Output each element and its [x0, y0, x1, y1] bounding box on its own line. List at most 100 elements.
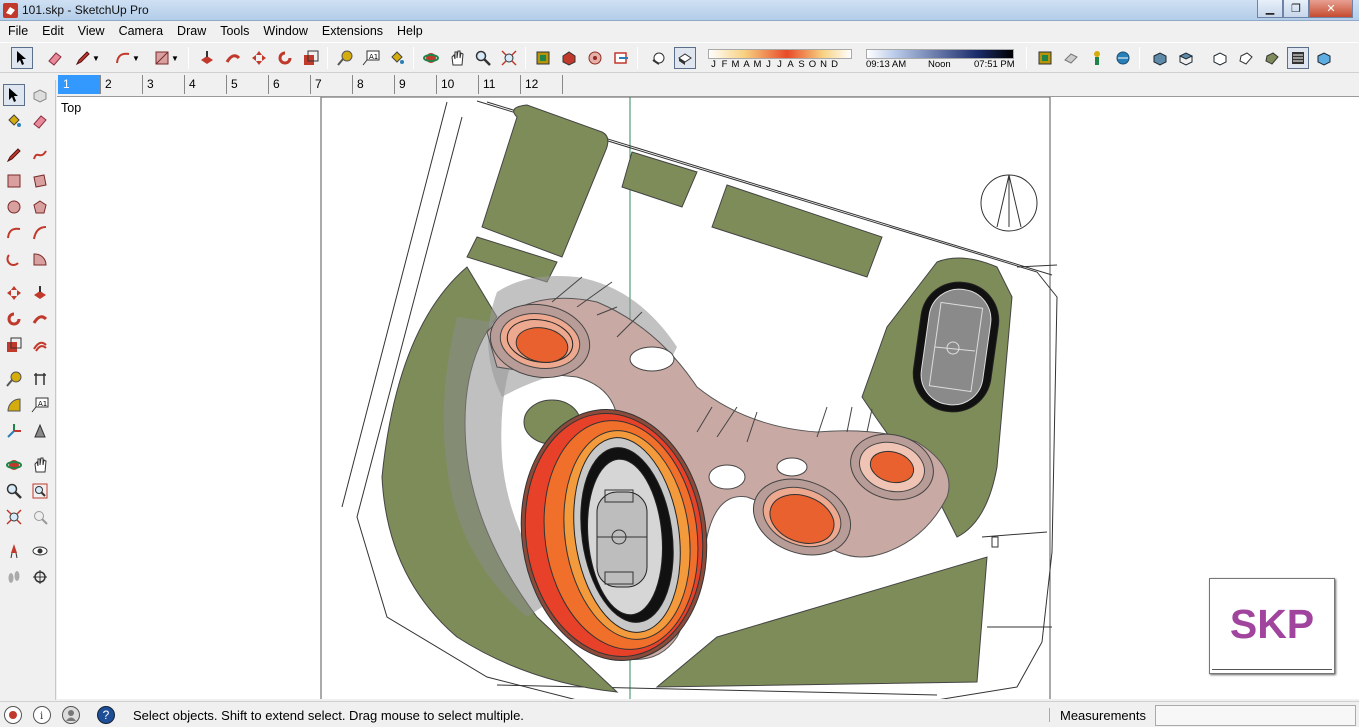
select-icon[interactable]: [3, 84, 25, 106]
tape-measure-icon[interactable]: [3, 368, 25, 390]
rectangle-icon[interactable]: [3, 170, 25, 192]
scene-tab-3[interactable]: 3: [142, 75, 184, 94]
push-pull-icon[interactable]: [196, 47, 218, 69]
scale-icon[interactable]: [300, 47, 322, 69]
pan-icon[interactable]: [29, 454, 51, 476]
rotate-icon[interactable]: [3, 308, 25, 330]
look-around-icon[interactable]: [29, 540, 51, 562]
iso-view-icon[interactable]: [1149, 47, 1171, 69]
two-point-arc-icon[interactable]: [29, 222, 51, 244]
scene-tab-7[interactable]: 7: [310, 75, 352, 94]
section-plane-icon[interactable]: [29, 566, 51, 588]
paint-bucket-icon[interactable]: [3, 110, 25, 132]
scene-tab-10[interactable]: 10: [436, 75, 478, 94]
rotated-rectangle-icon[interactable]: [29, 170, 51, 192]
shaded-icon[interactable]: [1261, 47, 1283, 69]
zoom-extents-icon[interactable]: [498, 47, 520, 69]
follow-me-icon[interactable]: [29, 308, 51, 330]
arc-dropdown-icon[interactable]: ▼: [130, 47, 142, 69]
instructor-help-icon[interactable]: ?: [97, 706, 115, 724]
follow-me-icon[interactable]: [222, 47, 244, 69]
scene-tab-6[interactable]: 6: [268, 75, 310, 94]
shadow-time-slider[interactable]: 09:13 AM Noon 07:51 PM: [864, 47, 1015, 71]
3d-text-icon[interactable]: [29, 420, 51, 442]
polygon-icon[interactable]: [29, 196, 51, 218]
line-icon[interactable]: [3, 144, 25, 166]
geo-location-icon[interactable]: [4, 706, 22, 724]
scene-tab-2[interactable]: 2: [100, 75, 142, 94]
freehand-icon[interactable]: [29, 144, 51, 166]
zoom-icon[interactable]: [3, 480, 25, 502]
model-viewport[interactable]: Top SKP: [57, 96, 1359, 699]
rotate-icon[interactable]: [274, 47, 296, 69]
zoom-window-icon[interactable]: [29, 480, 51, 502]
model-info-icon[interactable]: [1034, 47, 1056, 69]
walk-icon[interactable]: [3, 566, 25, 588]
menu-extensions[interactable]: Extensions: [315, 21, 390, 42]
eraser-icon[interactable]: [29, 110, 51, 132]
front-view-icon[interactable]: [1209, 47, 1231, 69]
menu-draw[interactable]: Draw: [170, 21, 213, 42]
minimize-button[interactable]: ▁: [1257, 0, 1283, 18]
orbit-icon[interactable]: [3, 454, 25, 476]
menu-view[interactable]: View: [71, 21, 112, 42]
menu-file[interactable]: File: [1, 21, 35, 42]
pan-icon[interactable]: [446, 47, 468, 69]
scene-tab-8[interactable]: 8: [352, 75, 394, 94]
maximize-button[interactable]: ❐: [1283, 0, 1309, 18]
top-view-icon[interactable]: [1175, 47, 1197, 69]
arc-icon[interactable]: [3, 222, 25, 244]
orbit-icon[interactable]: [420, 47, 442, 69]
scene-tab-1[interactable]: 1: [58, 75, 100, 94]
paint-bucket-icon[interactable]: [386, 47, 408, 69]
menu-tools[interactable]: Tools: [213, 21, 256, 42]
scene-tab-12[interactable]: 12: [520, 75, 562, 94]
circle-icon[interactable]: [3, 196, 25, 218]
text-icon[interactable]: A1: [360, 47, 382, 69]
shaded-textures-icon[interactable]: [1287, 47, 1309, 69]
move-icon[interactable]: [3, 282, 25, 304]
rectangle-dropdown-icon[interactable]: ▼: [169, 47, 181, 69]
share-model-icon[interactable]: [584, 47, 606, 69]
menu-window[interactable]: Window: [256, 21, 314, 42]
user-account-icon[interactable]: [62, 706, 80, 724]
three-point-arc-icon[interactable]: [3, 248, 25, 270]
zoom-extents-icon[interactable]: [3, 506, 25, 528]
credits-icon[interactable]: i: [33, 706, 51, 724]
dimension-icon[interactable]: [29, 368, 51, 390]
menu-edit[interactable]: Edit: [35, 21, 71, 42]
display-shadows-icon[interactable]: [647, 47, 669, 69]
components-icon[interactable]: [1086, 47, 1108, 69]
menu-camera[interactable]: Camera: [112, 21, 170, 42]
styles-icon[interactable]: [1112, 47, 1134, 69]
close-button[interactable]: ✕: [1309, 0, 1353, 18]
scene-tab-9[interactable]: 9: [394, 75, 436, 94]
pie-icon[interactable]: [29, 248, 51, 270]
pencil-dropdown-icon[interactable]: ▼: [90, 47, 102, 69]
shadow-month-slider[interactable]: JFMAMJJASOND: [706, 47, 854, 71]
axes-icon[interactable]: [3, 420, 25, 442]
scene-tab-5[interactable]: 5: [226, 75, 268, 94]
previous-view-icon[interactable]: [29, 506, 51, 528]
zoom-icon[interactable]: [472, 47, 494, 69]
measurements-input[interactable]: [1155, 705, 1356, 726]
scene-tab-11[interactable]: 11: [478, 75, 520, 94]
position-camera-icon[interactable]: [3, 540, 25, 562]
menu-help[interactable]: Help: [390, 21, 430, 42]
text-icon[interactable]: A1: [29, 394, 51, 416]
protractor-icon[interactable]: [3, 394, 25, 416]
scene-tab-4[interactable]: 4: [184, 75, 226, 94]
monochrome-icon[interactable]: [1313, 47, 1335, 69]
select-icon[interactable]: [11, 47, 33, 69]
send-to-layout-icon[interactable]: [610, 47, 632, 69]
eraser-icon[interactable]: [44, 47, 66, 69]
scale-icon[interactable]: [3, 334, 25, 356]
toggle-shadows-icon[interactable]: [674, 47, 696, 69]
push-pull-icon[interactable]: [29, 282, 51, 304]
offset-icon[interactable]: [29, 334, 51, 356]
make-component-icon[interactable]: [29, 84, 51, 106]
materials-icon[interactable]: [1060, 47, 1082, 69]
hidden-line-icon[interactable]: [1235, 47, 1257, 69]
warehouse-icon[interactable]: [532, 47, 554, 69]
move-icon[interactable]: [248, 47, 270, 69]
